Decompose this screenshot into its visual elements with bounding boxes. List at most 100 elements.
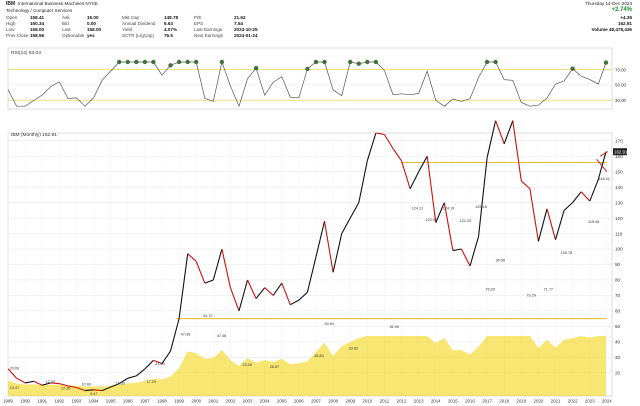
year-tick-label: 2024 <box>602 399 612 404</box>
price-annotation: 124.19 <box>443 207 455 211</box>
year-tick-label: 2016 <box>465 399 475 404</box>
year-tick-label: 2000 <box>191 399 201 404</box>
price-segment <box>537 208 548 242</box>
price-segment <box>520 180 531 190</box>
year-tick-label: 2011 <box>380 399 390 404</box>
price-tick-label: 80 <box>615 278 621 283</box>
price-segment <box>264 287 274 296</box>
year-tick-label: 1997 <box>140 399 150 404</box>
price-segment <box>16 377 26 384</box>
price-segment <box>298 291 308 301</box>
year-tick-label: 1996 <box>123 399 133 404</box>
price-segment <box>418 155 428 172</box>
price-tick-label: 100 <box>615 247 623 252</box>
price-annotation: 148.41 <box>598 177 610 181</box>
price-segment <box>400 160 411 189</box>
price-annotation: 121.20 <box>460 219 472 223</box>
price-tick-label: 170 <box>615 138 623 143</box>
rsi-label: RSI(14) 63.03 <box>11 50 41 56</box>
price-segment <box>24 380 34 384</box>
price-annotation: 73.29 <box>526 293 536 297</box>
rsi-tick-label: 30.00 <box>615 98 627 103</box>
year-tick-label: 2014 <box>431 399 441 404</box>
price-segment <box>127 375 137 379</box>
price-segment <box>272 282 283 296</box>
price-annotation: 125.18 <box>475 205 487 209</box>
price-annotation: 54.64 <box>325 322 335 326</box>
price-segment <box>144 360 154 370</box>
year-tick-label: 2013 <box>414 399 424 404</box>
price-segment <box>546 208 557 240</box>
stock-chart: 70.0050.0030.00 170160150140130120110100… <box>3 47 628 404</box>
price-annotation: 11.30 <box>116 381 125 385</box>
year-tick-label: 2005 <box>277 399 287 404</box>
price-segment <box>392 148 402 162</box>
price-annotation: 115.48 <box>588 220 599 224</box>
price-segment <box>460 248 471 267</box>
price-tick-label: 60 <box>615 309 621 314</box>
price-annotation: 26.87 <box>270 365 280 369</box>
price-segment <box>169 318 180 352</box>
price-segment <box>178 253 189 319</box>
year-tick-label: 2018 <box>499 399 509 404</box>
year-tick-label: 2019 <box>516 399 526 404</box>
price-annotation: 33.82 <box>348 346 358 350</box>
year-tick-label: 1990 <box>20 399 30 404</box>
year-tick-label: 2022 <box>568 399 578 404</box>
price-segment <box>187 253 197 262</box>
price-annotation: 100.78 <box>561 251 573 255</box>
price-segment <box>135 368 146 377</box>
price-segment <box>503 120 514 144</box>
year-tick-label: 2007 <box>311 399 321 404</box>
year-tick-label: 1991 <box>37 399 47 404</box>
price-tick-label: 120 <box>615 216 623 221</box>
price-annotation: 90.56 <box>496 259 506 263</box>
year-tick-label: 2009 <box>345 399 355 404</box>
price-annotation: 12.95 <box>61 387 71 391</box>
rsi-panel: 70.00 50.00 30.00 <box>7 47 627 110</box>
price-tick-label: 30 <box>615 355 621 360</box>
price-segment <box>332 233 343 273</box>
year-tick-label: 1998 <box>157 399 167 404</box>
price-segment <box>477 157 488 237</box>
price-tick-label: 50 <box>615 324 621 329</box>
year-tick-label: 2023 <box>585 399 595 404</box>
current-price-tag-text: 162.91 <box>614 149 628 154</box>
price-tick-label: 90 <box>615 262 621 267</box>
price-segment <box>589 179 599 202</box>
price-segment <box>554 210 565 240</box>
year-tick-label: 2021 <box>551 399 561 404</box>
price-segment <box>221 248 231 288</box>
price-segment <box>383 134 394 149</box>
year-tick-label: 1995 <box>106 399 116 404</box>
rsi-tick-label: 50.00 <box>615 83 627 88</box>
price-annotation: 76.93 <box>485 288 495 292</box>
price-annotation: 47.98 <box>181 333 191 337</box>
price-segment <box>290 299 300 306</box>
price-segment <box>229 287 240 312</box>
price-segment <box>341 217 351 234</box>
year-tick-label: 1993 <box>72 399 82 404</box>
year-tick-label: 2008 <box>328 399 338 404</box>
year-tick-label: 2006 <box>294 399 304 404</box>
price-tick-label: 70 <box>615 293 621 298</box>
price-segment <box>512 120 522 182</box>
year-tick-label: 2017 <box>482 399 492 404</box>
year-tick-label: 2002 <box>226 399 236 404</box>
price-tick-label: 150 <box>615 169 623 174</box>
price-annotation: 122.02 <box>425 218 437 222</box>
price-tick-label: 20 <box>615 370 621 375</box>
year-tick-label: 2010 <box>362 399 372 404</box>
price-segment <box>495 120 505 144</box>
price-annotation: 54.70 <box>203 314 213 318</box>
price-tick-label: 110 <box>615 231 623 236</box>
price-segment <box>281 282 291 305</box>
price-segment <box>563 202 573 211</box>
price-annotation: 17.29 <box>147 380 157 384</box>
price-annotation: 9.47 <box>90 392 97 396</box>
volume-area <box>8 336 607 396</box>
price-segment <box>315 221 326 257</box>
price-panel: 1701601501401301201101009080706050403020… <box>3 120 628 404</box>
year-tick-label: 2003 <box>243 399 253 404</box>
price-tick-label: 130 <box>615 200 623 205</box>
